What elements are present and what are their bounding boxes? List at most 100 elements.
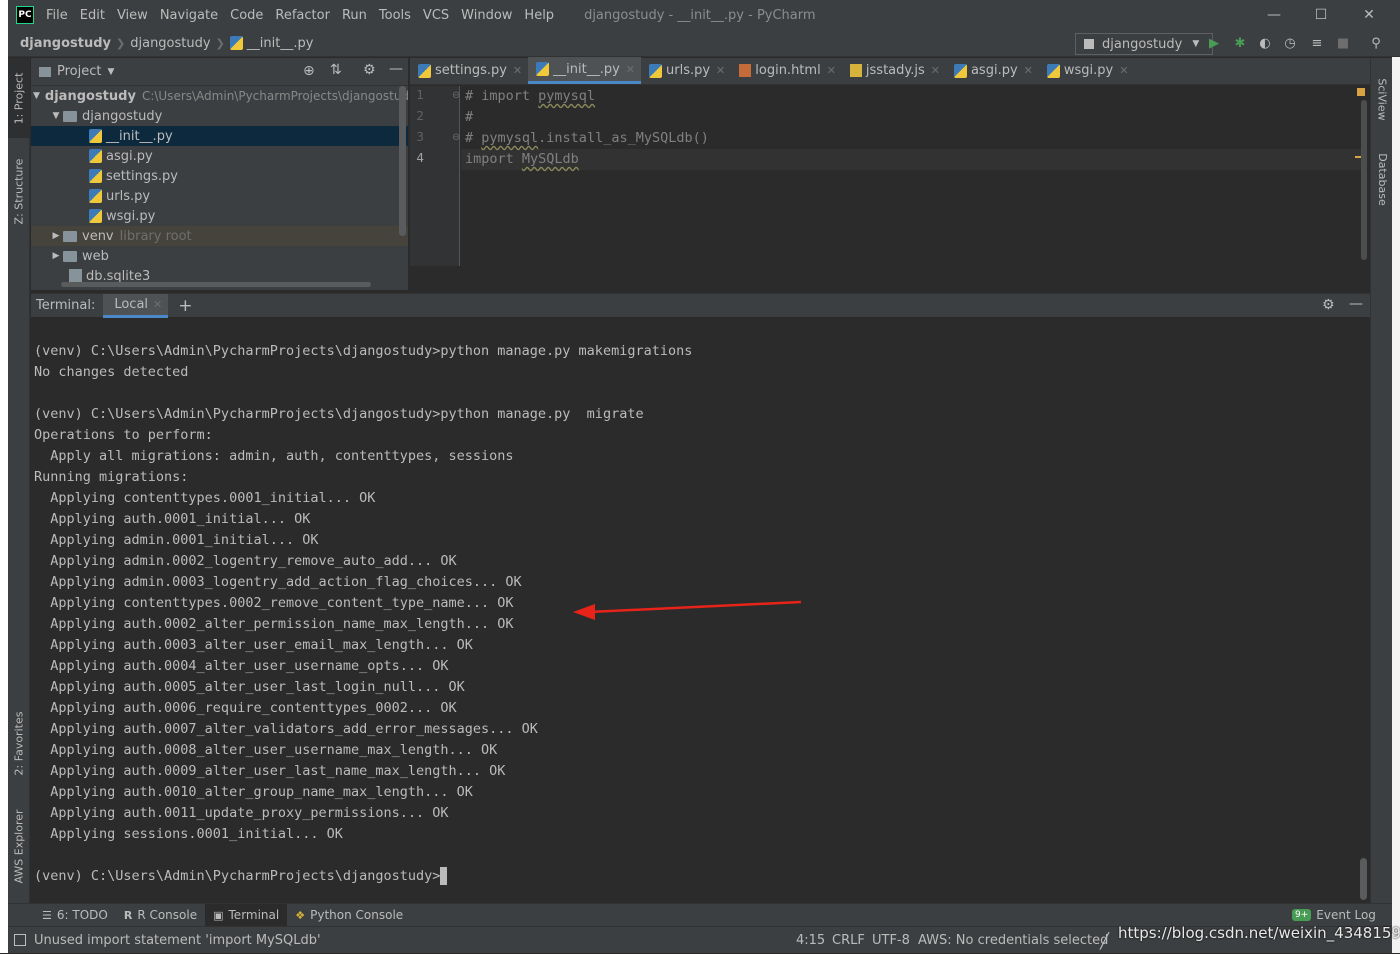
chevron-down-icon[interactable]: ▼ [107,67,114,77]
hide-panel-icon[interactable]: — [389,61,403,77]
close-tab-icon[interactable]: ✕ [931,64,940,77]
maximize-icon[interactable]: ☐ [1298,0,1344,30]
menu-navigate[interactable]: Navigate [154,8,224,23]
locate-icon[interactable]: ⊕ [303,63,315,79]
tool-tab-sciview[interactable]: SciView [1371,64,1393,134]
terminal-scrollbar[interactable] [1360,858,1367,900]
tool-tab-favorites[interactable]: 2: Favorites [8,698,30,788]
menu-run[interactable]: Run [336,8,373,23]
menu-code[interactable]: Code [224,8,269,23]
code-editor[interactable]: # import pymysql # # pymysql.install_as_… [461,86,1367,266]
gear-icon[interactable]: ⚙ [363,62,376,78]
hide-panel-icon[interactable]: — [1349,296,1363,312]
expand-arrow-icon[interactable]: ▶ [49,251,63,261]
breadcrumb-package[interactable]: djangostudy [130,36,210,51]
menu-tools[interactable]: Tools [373,8,417,23]
collapse-all-icon[interactable]: ⇅ [330,62,342,78]
close-tab-icon[interactable]: ✕ [626,63,635,76]
close-tab-icon[interactable]: ✕ [513,64,522,77]
editor-scrollbar[interactable] [1361,100,1367,260]
terminal-tab-local[interactable]: Local ✕ [103,293,169,318]
line-number: 1 [416,88,424,102]
code-line: import MySQLdb [465,151,579,167]
tree-item-folder[interactable]: ▶ web [49,246,109,266]
tool-tab-aws-explorer[interactable]: AWS Explorer [8,796,30,896]
fold-icon[interactable]: ⊖ [452,132,460,143]
close-window-icon[interactable]: ✕ [1346,0,1392,30]
tree-item-file[interactable]: settings.py [89,166,178,186]
terminal-line: Applying auth.0008_alter_user_username_m… [34,742,498,758]
menu-help[interactable]: Help [518,8,560,23]
menu-edit[interactable]: Edit [74,8,111,23]
terminal-prompt-line[interactable]: (venv) C:\Users\Admin\PycharmProjects\dj… [34,866,448,887]
close-tab-icon[interactable]: ✕ [1024,64,1033,77]
new-terminal-icon[interactable]: + [178,296,192,316]
tab-settings-py[interactable]: settings.py ✕ [410,57,528,84]
file-encoding[interactable]: UTF-8 [872,927,910,954]
inspection-warning-icon[interactable] [1357,88,1365,96]
menu-vcs[interactable]: VCS [417,8,455,23]
tab-wsgi-py[interactable]: wsgi.py ✕ [1039,57,1135,84]
line-separator[interactable]: CRLF [832,927,865,954]
stop-icon[interactable]: ■ [1335,35,1351,51]
caret-position[interactable]: 4:15 [796,927,825,954]
minimize-icon[interactable]: — [1251,0,1297,30]
tool-window-r-console[interactable]: RR Console [116,904,205,927]
close-tab-icon[interactable]: ✕ [827,64,836,77]
terminal-line: Applying auth.0003_alter_user_email_max_… [34,637,473,653]
editor-empty-area [410,266,1370,290]
terminal-line: Operations to perform: [34,427,213,443]
tab-login-html[interactable]: login.html ✕ [731,57,842,84]
run-icon[interactable]: ▶ [1206,35,1222,51]
project-view-select[interactable]: Project [57,64,101,79]
tab-jsstady-js[interactable]: jsstady.js ✕ [842,57,946,84]
concurrency-icon[interactable]: ≡ [1309,35,1325,51]
terminal-line: Applying admin.0003_logentry_add_action_… [34,574,522,590]
tool-tab-database[interactable]: Database [1371,144,1393,214]
python-file-icon [89,129,102,143]
search-icon[interactable]: ⚲ [1368,35,1384,51]
tool-tab-project[interactable]: 1: Project [8,58,30,138]
breadcrumb-project[interactable]: djangostudy [20,36,111,51]
project-hscrollbar[interactable] [61,282,371,287]
profile-icon[interactable]: ◷ [1282,35,1298,51]
tool-tab-structure[interactable]: Z: Structure [8,146,30,236]
tab-asgi-py[interactable]: asgi.py ✕ [946,57,1039,84]
tree-item-file[interactable]: urls.py [89,186,150,206]
tab-init-py[interactable]: __init__.py ✕ [528,57,641,84]
close-tab-icon[interactable]: ✕ [153,298,162,311]
tree-item-file-selected[interactable]: __init__.py [31,126,408,146]
git-branch-icon: ╱ [1100,931,1110,950]
coverage-icon[interactable]: ◐ [1257,35,1273,51]
run-configuration-select[interactable]: djangostudy ▼ [1075,33,1213,55]
gear-icon[interactable]: ⚙ [1322,297,1335,313]
tree-item-root[interactable]: ▼ djangostudy C:\Users\Admin\PycharmProj… [33,86,408,106]
close-tab-icon[interactable]: ✕ [1119,64,1128,77]
menu-file[interactable]: File [40,8,74,23]
tree-item-file[interactable]: wsgi.py [89,206,155,226]
tab-urls-py[interactable]: urls.py ✕ [641,57,731,84]
python-file-icon [1046,63,1060,78]
tool-window-todo[interactable]: ☰ 6: TODO [34,904,116,927]
expand-arrow-icon[interactable]: ▼ [49,111,63,121]
tool-windows-toggle-icon[interactable] [14,934,26,946]
aws-credentials[interactable]: AWS: No credentials selected [918,927,1108,954]
list-icon: ☰ [42,908,52,922]
expand-arrow-icon[interactable]: ▶ [49,231,63,241]
breadcrumb-file[interactable]: __init__.py [247,36,314,51]
expand-arrow-icon[interactable]: ▼ [33,91,40,101]
tool-window-python-console[interactable]: ❖ Python Console [287,904,411,927]
menu-refactor[interactable]: Refactor [269,8,336,23]
terminal-output[interactable]: (venv) C:\Users\Admin\PycharmProjects\dj… [31,318,1370,903]
close-tab-icon[interactable]: ✕ [716,64,725,77]
tree-item-file[interactable]: asgi.py [89,146,153,166]
project-scrollbar[interactable] [399,86,406,236]
tree-item-package[interactable]: ▼ djangostudy [49,106,163,126]
terminal-line: (venv) C:\Users\Admin\PycharmProjects\dj… [34,406,644,422]
tool-window-terminal[interactable]: ▣ Terminal [205,903,288,927]
fold-icon[interactable]: ⊖ [452,90,460,101]
debug-icon[interactable]: ✱ [1232,35,1248,51]
menu-view[interactable]: View [111,8,154,23]
menu-window[interactable]: Window [455,8,518,23]
tree-item-venv[interactable]: ▶ venv library root [31,226,408,246]
